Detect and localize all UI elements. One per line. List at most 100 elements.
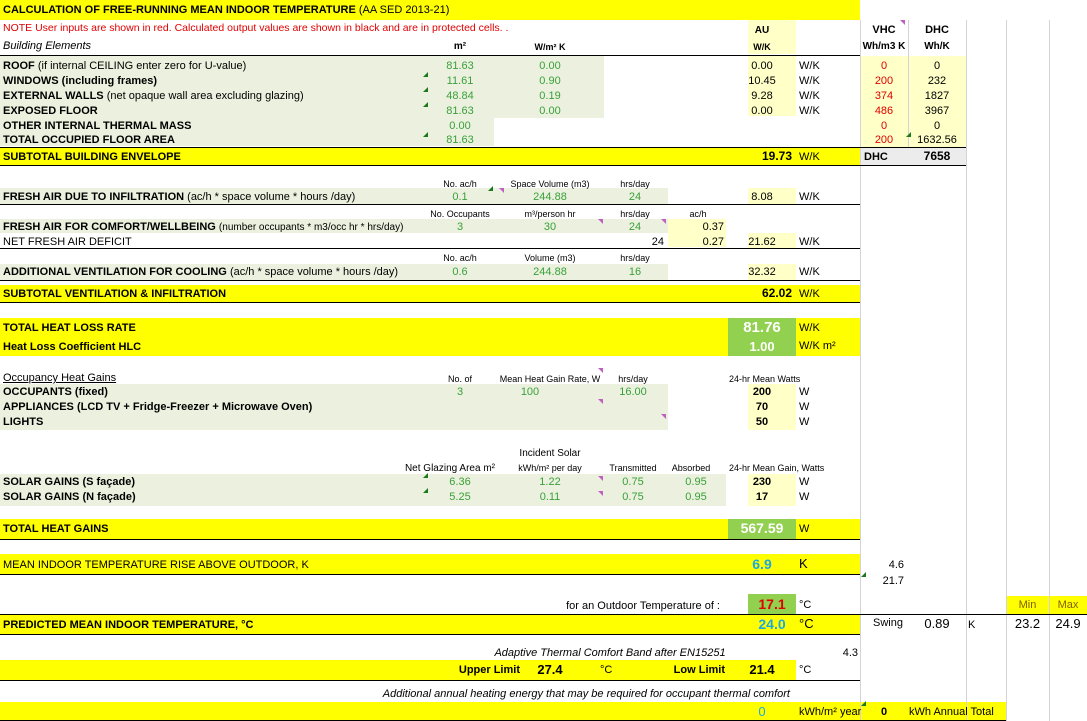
- area-input[interactable]: 48.84: [430, 90, 490, 103]
- comfort-hrs-input[interactable]: 24: [610, 221, 660, 234]
- deficit-ach: 0.27: [702, 236, 724, 248]
- element-label: EXPOSED FLOOR: [3, 105, 98, 117]
- cooling-ach-input[interactable]: 0.6: [430, 266, 490, 279]
- comfort-rate-input[interactable]: 30: [505, 221, 595, 234]
- solar-n-incident-input[interactable]: 0.11: [505, 491, 595, 504]
- subtotal-envelope-unit: W/K: [799, 151, 820, 163]
- rule: [0, 302, 860, 303]
- lower-limit-label: Low Limit: [673, 664, 725, 676]
- occupants-input[interactable]: 3: [430, 386, 490, 399]
- comfort-ach: 0.37: [702, 221, 724, 233]
- rule: [0, 634, 860, 635]
- heating-total-label: kWh Annual Total: [909, 706, 994, 718]
- lights-unit: W: [799, 416, 810, 428]
- deficit-value: 21.62: [748, 236, 776, 248]
- area-input[interactable]: 81.63: [430, 60, 490, 73]
- comment-marker: [423, 473, 428, 478]
- vhc-input[interactable]: 0: [860, 120, 908, 133]
- comment-marker: [906, 132, 911, 137]
- solar-header-gain: 24-hr Mean Gain, Watts: [729, 463, 825, 473]
- appliances-label: APPLIANCES (LCD TV + Fridge-Freezer + Mi…: [3, 401, 313, 413]
- cooling-header-ach: No. ac/h: [443, 253, 477, 263]
- comment-marker: [488, 186, 493, 191]
- area-header: m²: [453, 41, 467, 52]
- comfort-label: FRESH AIR FOR COMFORT/WELLBEING (number …: [3, 221, 404, 233]
- solar-s-incident-input[interactable]: 1.22: [505, 476, 595, 489]
- infiltration-ach-input[interactable]: 0.1: [430, 191, 490, 204]
- occupancy-header-n: No. of: [447, 374, 472, 384]
- solar-header-incident-unit: kWh/m² per day: [518, 463, 582, 473]
- occupant-hrs-input[interactable]: 16.00: [608, 386, 658, 399]
- vhc-input[interactable]: 200: [860, 134, 908, 147]
- hlc-value: 1.00: [749, 339, 775, 354]
- area-input[interactable]: 0.00: [430, 120, 490, 133]
- cooling-unit: W/K: [799, 266, 820, 278]
- comment-marker: [861, 572, 866, 577]
- dhc-header: DHC: [925, 24, 949, 36]
- heating-total: 0: [880, 706, 888, 718]
- infiltration-volume: 244.88: [533, 191, 567, 203]
- total-gains-label: TOTAL HEAT GAINS: [3, 523, 109, 535]
- rise-label: MEAN INDOOR TEMPERATURE RISE ABOVE OUTDO…: [3, 559, 309, 571]
- hlc-unit: W/K m²: [799, 340, 836, 352]
- vhc-input[interactable]: 200: [860, 75, 908, 88]
- occupant-rate-input[interactable]: 100: [497, 386, 563, 399]
- solar-header-transmitted: Transmitted: [609, 463, 657, 473]
- unit-label: W/K: [799, 105, 820, 117]
- comment-marker: [598, 399, 603, 404]
- vhc-input[interactable]: 374: [860, 90, 908, 103]
- comment-marker: [423, 132, 428, 137]
- occupancy-header-rate: Mean Heat Gain Rate, W: [499, 374, 601, 384]
- dhc-value: 1827: [924, 90, 950, 102]
- u-input[interactable]: 0.90: [520, 75, 580, 88]
- subtotal-envelope-label: SUBTOTAL BUILDING ENVELOPE: [3, 151, 181, 163]
- rule: [0, 147, 966, 148]
- area-input[interactable]: 81.63: [430, 105, 490, 118]
- occupancy-header-hrs: hrs/day: [618, 374, 648, 384]
- subtotal-vent-label: SUBTOTAL VENTILATION & INFILTRATION: [3, 288, 227, 300]
- comment-marker: [598, 476, 603, 481]
- vhc-input[interactable]: 0: [860, 60, 908, 73]
- comment-marker: [423, 87, 428, 92]
- upper-limit-unit: °C: [600, 664, 613, 676]
- outdoor-unit: °C: [799, 599, 812, 611]
- comment-marker: [661, 414, 666, 419]
- heating-note: Additional annual heating energy that ma…: [382, 688, 790, 700]
- infiltration-hrs-input[interactable]: 24: [610, 191, 660, 204]
- grid-line: [966, 20, 967, 721]
- solar-s-absorbed-input[interactable]: 0.95: [666, 476, 726, 489]
- comment-marker: [661, 219, 666, 224]
- u-input[interactable]: 0.00: [520, 105, 580, 118]
- heating-value: 0: [758, 704, 766, 719]
- solar-header-area: Net Glazing Area m²: [404, 463, 495, 474]
- upper-limit-value: 27.4: [537, 662, 563, 677]
- rule: [0, 204, 860, 205]
- solar-s-gain: 230: [752, 476, 772, 488]
- deficit-unit: W/K: [799, 236, 820, 248]
- au-value: 10.45: [748, 75, 776, 87]
- rise-side-2: 21.7: [882, 575, 904, 587]
- infiltration-unit: W/K: [799, 191, 820, 203]
- solar-n-transmitted-input[interactable]: 0.75: [603, 491, 663, 504]
- vhc-input[interactable]: 486: [860, 105, 908, 118]
- solar-s-transmitted-input[interactable]: 0.75: [603, 476, 663, 489]
- unit-label: W/K: [799, 90, 820, 102]
- comment-marker: [423, 102, 428, 107]
- area-input[interactable]: 81.63: [430, 134, 490, 147]
- outdoor-temp-input[interactable]: 17.1: [748, 596, 796, 612]
- cooling-hrs-input[interactable]: 16: [610, 266, 660, 279]
- rule: [0, 55, 860, 56]
- area-input[interactable]: 11.61: [430, 75, 490, 88]
- comment-marker: [861, 701, 866, 706]
- comment-marker: [423, 72, 428, 77]
- u-input[interactable]: 0.19: [520, 90, 580, 103]
- solar-n-absorbed-input[interactable]: 0.95: [666, 491, 726, 504]
- vhc-unit: Wh/m3 K: [862, 41, 906, 52]
- u-input[interactable]: 0.00: [520, 60, 580, 73]
- dhc-value: 0: [933, 120, 941, 132]
- subtotal-envelope-value: 19.73: [761, 149, 792, 163]
- max-temp: 24.9: [1055, 616, 1081, 631]
- rule: [0, 280, 860, 281]
- comment-marker: [499, 188, 504, 193]
- element-label: ROOF (if internal CEILING enter zero for…: [3, 60, 247, 72]
